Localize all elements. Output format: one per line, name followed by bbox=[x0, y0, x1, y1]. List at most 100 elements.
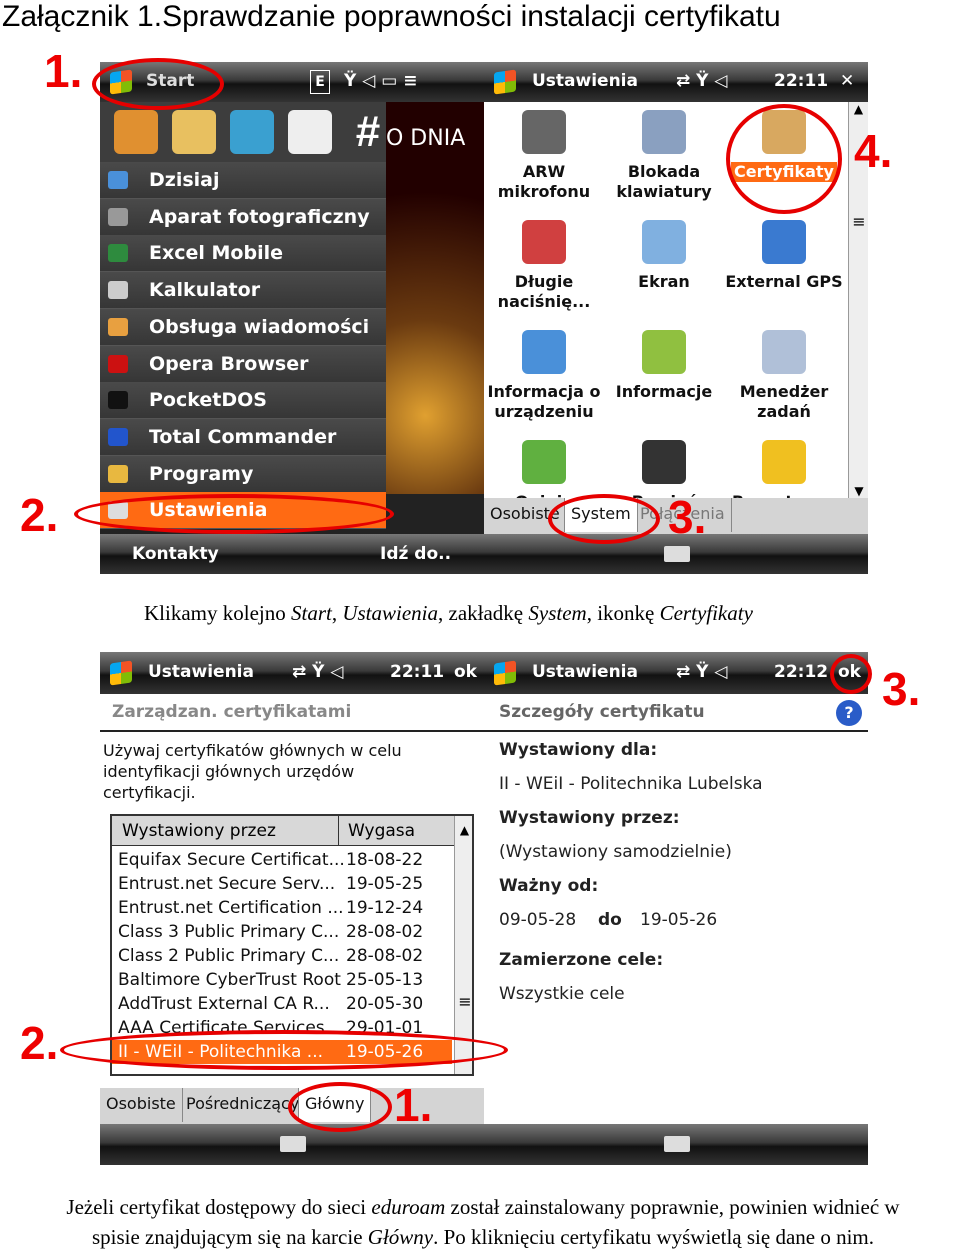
cell-issued-by: Class 3 Public Primary C... bbox=[118, 922, 340, 942]
caption-text: Klikamy kolejno bbox=[144, 601, 291, 625]
caption-text: został zainstalowany poprawnie, powinien… bbox=[445, 1195, 900, 1219]
issued-by-value: (Wystawiony samodzielnie) bbox=[499, 842, 732, 862]
table-row[interactable]: Equifax Secure Certificat... 18-08-22 bbox=[112, 848, 452, 872]
search-icon[interactable] bbox=[172, 110, 216, 154]
purposes-label: Zamierzone cele: bbox=[499, 950, 664, 970]
highlight-cert-row bbox=[60, 1030, 508, 1070]
scroll-grip-icon: ≡ bbox=[852, 212, 866, 231]
settings-item[interactable]: External GPS bbox=[724, 212, 844, 322]
keyboard-icon[interactable] bbox=[664, 546, 690, 562]
caption-1: Klikamy kolejno Start, Ustawienia, zakła… bbox=[144, 601, 753, 626]
table-row[interactable]: Class 3 Public Primary C... 28-08-02 bbox=[112, 920, 452, 944]
settings-item[interactable]: Informacja o urządzeniu bbox=[484, 322, 604, 432]
close-button[interactable]: ✕ bbox=[840, 71, 854, 91]
issued-to-label: Wystawiony dla: bbox=[499, 740, 658, 760]
table-row[interactable]: Class 2 Public Primary C... 28-08-02 bbox=[112, 944, 452, 968]
cell-issued-by: Equifax Secure Certificat... bbox=[118, 850, 345, 870]
settings-item-label: Ekran bbox=[600, 272, 728, 292]
app-icon bbox=[108, 207, 128, 226]
issued-to-value: II - WEiI - Politechnika Lubelska bbox=[499, 774, 763, 794]
table-row[interactable]: Entrust.net Secure Serv... 19-05-25 bbox=[112, 872, 452, 896]
menu-item[interactable]: Kalkulator bbox=[100, 272, 386, 310]
caption-text: Jeżeli certyfikat dostępowy do sieci bbox=[66, 1195, 372, 1219]
table-row[interactable]: Entrust.net Certification ... 19-12-24 bbox=[112, 896, 452, 920]
column-expires[interactable]: Wygasa bbox=[338, 816, 415, 846]
menu-item-label: Kalkulator bbox=[149, 279, 261, 302]
table-row[interactable]: AddTrust External CA R... 20-05-30 bbox=[112, 992, 452, 1016]
app-icon bbox=[108, 244, 128, 263]
menu-item[interactable]: Obsługa wiadomości bbox=[100, 308, 386, 346]
top-bar: Ustawienia ⇄ Ÿ ◁ 22:12 ok bbox=[484, 652, 868, 694]
highlight-glowny bbox=[288, 1082, 392, 1132]
scroll-down-icon[interactable]: ▼ bbox=[849, 484, 869, 498]
step-2-label: 2. bbox=[20, 1017, 59, 1069]
menu-item-label: Excel Mobile bbox=[149, 242, 283, 265]
menu-item[interactable]: Total Commander bbox=[100, 418, 386, 456]
divider bbox=[100, 730, 484, 732]
settings-item[interactable]: Pamięć bbox=[604, 432, 724, 498]
label-line: ARW bbox=[522, 162, 566, 181]
caption-em: Certyfikaty bbox=[659, 601, 753, 625]
menu-item-label: Dzisiaj bbox=[149, 169, 220, 191]
settings-item-label: Informacja o urządzeniu bbox=[484, 382, 608, 422]
menu-item[interactable]: Excel Mobile bbox=[100, 235, 386, 273]
description: Używaj certyfikatów głównych w celu iden… bbox=[103, 741, 402, 802]
caption-text: , zakładkę bbox=[438, 601, 529, 625]
webcam-icon[interactable] bbox=[230, 110, 274, 154]
hash-icon[interactable]: # bbox=[346, 110, 390, 154]
cards-icon[interactable] bbox=[288, 110, 332, 154]
menu-item[interactable]: Dzisiaj bbox=[100, 162, 386, 199]
settings-item[interactable]: Menedżer zadań bbox=[724, 322, 844, 432]
settings-icon bbox=[642, 330, 686, 374]
settings-item[interactable]: Blokada klawiatury bbox=[604, 102, 724, 212]
settings-icon bbox=[762, 220, 806, 264]
menu-item[interactable]: Opera Browser bbox=[100, 345, 386, 383]
table-row[interactable]: Baltimore CyberTrust Root 25-05-13 bbox=[112, 968, 452, 992]
settings-item[interactable]: ARW mikrofonu bbox=[484, 102, 604, 212]
label-line: Ekran bbox=[638, 272, 690, 291]
settings-item[interactable]: Długie naciśnię... bbox=[484, 212, 604, 322]
menu-item[interactable]: Aparat fotograficzny bbox=[100, 198, 386, 236]
windows-logo-icon bbox=[494, 660, 516, 686]
settings-item[interactable]: Informacje bbox=[604, 322, 724, 432]
menu-item-label: Obsługa wiadomości bbox=[149, 315, 370, 338]
menu-item[interactable]: Programy bbox=[100, 455, 386, 493]
softkey-left[interactable]: Kontakty bbox=[132, 544, 219, 564]
cell-expires: 19-12-24 bbox=[346, 898, 424, 918]
cell-issued-by: Baltimore CyberTrust Root bbox=[118, 970, 341, 990]
label-line: klawiatury bbox=[616, 182, 712, 201]
settings-item-label: Długie naciśnię... bbox=[484, 272, 608, 312]
scroll-up-icon[interactable]: ▲ bbox=[849, 102, 868, 116]
windows-logo-icon bbox=[110, 660, 132, 686]
app-icon bbox=[108, 427, 128, 446]
settings-item[interactable]: Opinie bbox=[484, 432, 604, 498]
settings-icon bbox=[642, 220, 686, 264]
label-line: zadań bbox=[757, 402, 811, 421]
ok-button[interactable]: ok bbox=[454, 662, 477, 682]
softkey-right[interactable]: Idź do.. bbox=[380, 544, 451, 564]
caption-2: Jeżeli certyfikat dostępowy do sieci edu… bbox=[18, 1192, 948, 1252]
cell-expires: 28-08-02 bbox=[346, 946, 424, 966]
app-title: Ustawienia bbox=[148, 662, 254, 682]
camera-icon[interactable] bbox=[114, 110, 158, 154]
settings-icon bbox=[642, 440, 686, 484]
step-1-label: 1. bbox=[394, 1079, 433, 1131]
settings-icon bbox=[522, 330, 566, 374]
scroll-up-icon[interactable]: ▲ bbox=[455, 816, 472, 844]
settings-item-label: External GPS bbox=[720, 272, 848, 292]
settings-item[interactable]: Ekran bbox=[604, 212, 724, 322]
step-3-label: 3. bbox=[668, 491, 707, 543]
settings-item[interactable]: Raportow... bbox=[724, 432, 844, 498]
help-icon[interactable]: ? bbox=[836, 700, 862, 726]
clock: 22:11 bbox=[774, 71, 829, 91]
status-icons: ⇄ Ÿ ◁ bbox=[292, 662, 344, 682]
keyboard-icon[interactable] bbox=[664, 1136, 690, 1152]
menu-item[interactable]: PocketDOS bbox=[100, 382, 386, 420]
settings-item-label: Informacje bbox=[600, 382, 728, 402]
caption-em: Ustawienia bbox=[342, 601, 438, 625]
top-bar: Ustawienia ⇄ Ÿ ◁ 22:11 ok bbox=[100, 652, 484, 694]
column-issued-by[interactable]: Wystawiony przez bbox=[122, 816, 276, 846]
tab-osobiste[interactable]: Osobiste bbox=[100, 1088, 183, 1122]
settings-item-label: Blokada klawiatury bbox=[600, 162, 728, 202]
keyboard-icon[interactable] bbox=[280, 1136, 306, 1152]
